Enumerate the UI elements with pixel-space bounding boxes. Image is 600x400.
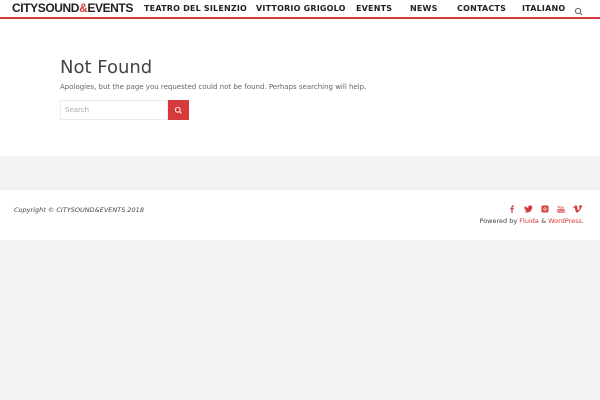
vimeo-icon[interactable] (572, 204, 582, 214)
site-header: CITYSOUND&EVENTS TEATRO DEL SILENZIO VIT… (0, 0, 600, 19)
nav-italiano[interactable]: ITALIANO (522, 4, 565, 14)
main-content: Not Found Apologies, but the page you re… (0, 19, 600, 156)
page-title: Not Found (60, 57, 153, 78)
header-search-icon[interactable] (573, 3, 585, 16)
youtube-icon[interactable]: You Tube (556, 204, 566, 214)
fluida-link[interactable]: Fluida (519, 217, 539, 225)
search-icon (174, 106, 182, 114)
search-submit-button[interactable] (168, 100, 189, 120)
copyright-text: Copyright © CITYSOUND&EVENTS 2018 (14, 206, 144, 214)
svg-text:Tube: Tube (558, 209, 565, 213)
nav-vittorio-grigolo[interactable]: VITTORIO GRIGOLO (256, 4, 346, 14)
not-found-message: Apologies, but the page you requested co… (60, 83, 367, 91)
instagram-icon[interactable] (540, 204, 550, 214)
nav-events[interactable]: EVENTS (356, 4, 392, 14)
wordpress-link[interactable]: WordPress. (548, 217, 584, 225)
nav-contacts[interactable]: CONTACTS (457, 4, 506, 14)
nav-news[interactable]: NEWS (410, 4, 438, 14)
facebook-icon[interactable] (507, 204, 517, 214)
site-footer: Copyright © CITYSOUND&EVENTS 2018 You Tub… (0, 190, 600, 240)
powered-by: Powered by Fluida & WordPress. (479, 217, 584, 225)
nav-teatro-del-silenzio[interactable]: TEATRO DEL SILENZIO (144, 4, 247, 14)
search-input[interactable] (60, 100, 168, 120)
twitter-icon[interactable] (523, 204, 533, 214)
site-logo[interactable]: CITYSOUND&EVENTS (12, 1, 133, 15)
